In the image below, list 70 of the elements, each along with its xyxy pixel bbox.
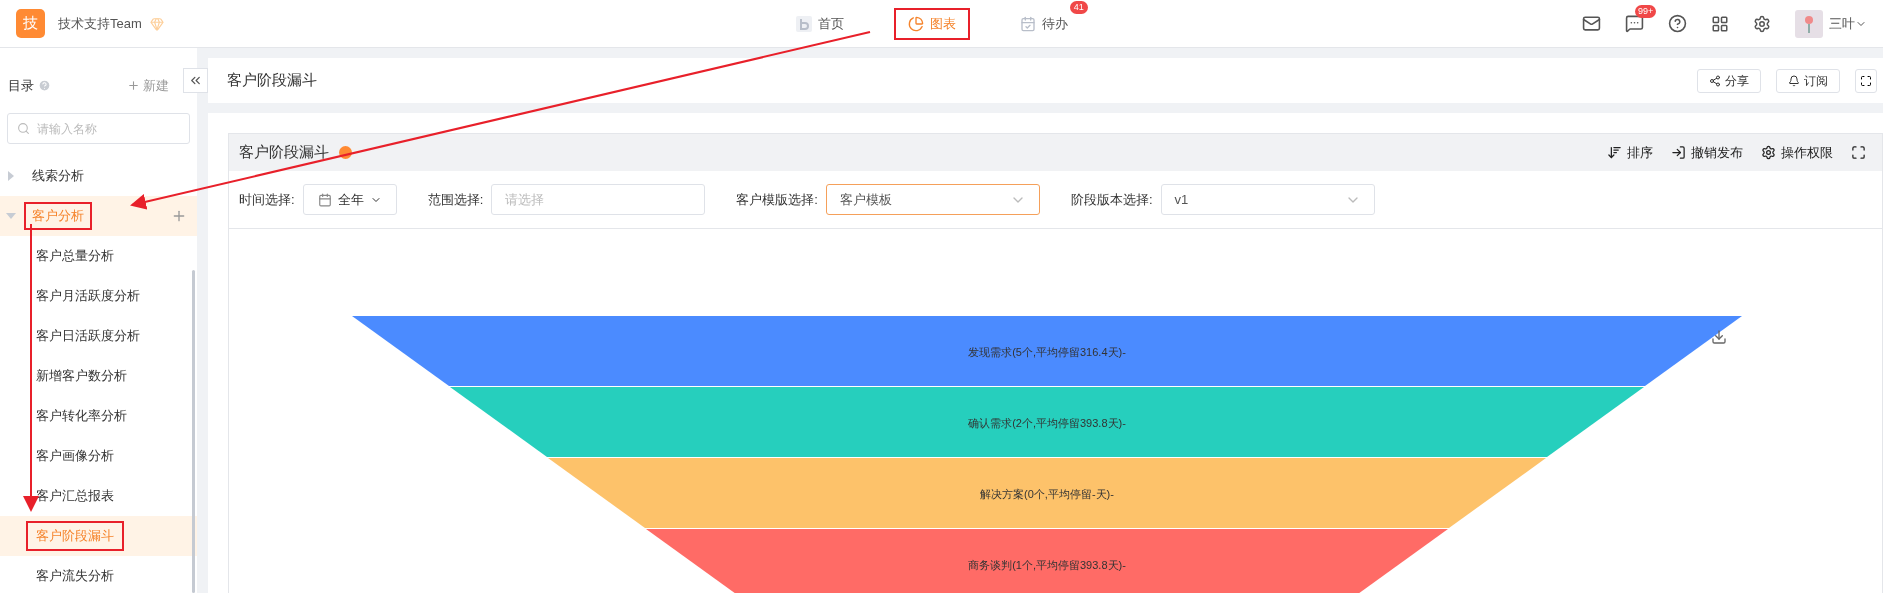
user-menu[interactable]: 三叶 [1829, 13, 1867, 34]
select-field[interactable]: v1 [1160, 184, 1375, 215]
stage-label: 商务谈判(1个,平均停留393.8天)- [968, 559, 1126, 571]
message-icon[interactable] [1625, 14, 1644, 33]
caret-right-icon [6, 171, 16, 181]
search-field[interactable]: 请输入名称 [7, 113, 190, 144]
tree-item[interactable]: 客户画像分析 [0, 436, 197, 476]
header-button[interactable]: 订阅 [1776, 68, 1840, 93]
item-label: 客户画像分析 [35, 447, 115, 466]
bell-icon [1788, 74, 1800, 87]
download-icon[interactable] [1711, 329, 1727, 345]
date-dropdown[interactable]: 全年 [302, 184, 397, 215]
fullscreen-button[interactable] [1855, 68, 1877, 93]
item-label: 客户阶段漏斗 [28, 523, 122, 549]
nav-tab[interactable]: 首页 [783, 7, 856, 40]
fullscreen-icon[interactable] [1851, 145, 1866, 160]
plus-icon [127, 79, 140, 92]
fullscreen-icon [1860, 74, 1872, 87]
filter-label: 范围选择: [427, 190, 484, 209]
stage-label: 发现需求(5个,平均停留316.4天)- [968, 346, 1126, 358]
settings-icon [1761, 145, 1776, 160]
tree-item[interactable]: 客户日活跃度分析 [0, 316, 197, 356]
filter-label: 阶段版本选择: [1070, 190, 1153, 209]
filter-label: 时间选择: [239, 190, 295, 209]
page-title: 客户阶段漏斗 [227, 70, 317, 91]
help-icon[interactable] [1668, 14, 1687, 33]
calendar-icon [1019, 15, 1036, 32]
folder-label: 客户分析 [26, 204, 90, 228]
tree-item[interactable]: 客户汇总报表 [0, 476, 197, 516]
caret-down-icon [6, 211, 16, 221]
tree-item[interactable]: 客户转化率分析 [0, 396, 197, 436]
item-label: 客户月活跃度分析 [35, 287, 141, 306]
item-label: 客户日活跃度分析 [35, 327, 141, 346]
apps-grid-icon[interactable] [1711, 14, 1729, 33]
exit-box-icon [1671, 145, 1686, 160]
tree-folder[interactable]: 线索分析 [0, 156, 197, 196]
pie-chart-icon [907, 15, 924, 32]
count-badge: 99+ [1635, 5, 1657, 18]
tree-item[interactable]: 客户月活跃度分析 [0, 276, 197, 316]
sort-icon [1607, 145, 1622, 160]
filter-label: 客户模版选择: [736, 190, 818, 209]
report-action[interactable]: 操作权限 [1761, 142, 1833, 163]
diamond-icon [149, 16, 164, 31]
home-logo-icon [795, 15, 812, 32]
select-field[interactable]: 客户模板 [825, 184, 1040, 215]
item-label: 客户汇总报表 [35, 487, 115, 506]
collapse-button[interactable] [183, 68, 208, 93]
sidebar-title: 目录 [8, 76, 34, 95]
settings-icon[interactable] [1753, 14, 1771, 33]
tree-item[interactable]: 客户总量分析 [0, 236, 197, 276]
calendar-icon [317, 192, 332, 207]
item-label: 客户流失分析 [35, 567, 115, 586]
report-action[interactable]: 撤销发布 [1671, 142, 1743, 163]
stage-label: 解决方案(0个,平均停留-天)- [980, 488, 1114, 500]
item-label: 新增客户数分析 [35, 367, 128, 386]
search-icon [17, 122, 30, 135]
item-label: 客户总量分析 [35, 247, 115, 266]
stage-label: 确认需求(2个,平均停留393.8天)- [968, 417, 1126, 429]
header-button[interactable]: 分享 [1697, 68, 1761, 93]
tree-item[interactable]: 客户流失分析 [0, 556, 197, 593]
item-label: 客户转化率分析 [35, 407, 128, 426]
team-name[interactable]: 技术支持Team [58, 13, 142, 34]
folder-label: 线索分析 [31, 167, 85, 186]
report-action[interactable]: 排序 [1607, 142, 1653, 163]
mail-icon[interactable] [1582, 14, 1601, 33]
scrollbar[interactable] [192, 270, 195, 593]
tree-item[interactable]: 新增客户数分析 [0, 356, 197, 396]
count-badge: 41 [1069, 0, 1088, 14]
share-icon [1709, 74, 1721, 87]
report-title: 客户阶段漏斗 [239, 142, 329, 163]
